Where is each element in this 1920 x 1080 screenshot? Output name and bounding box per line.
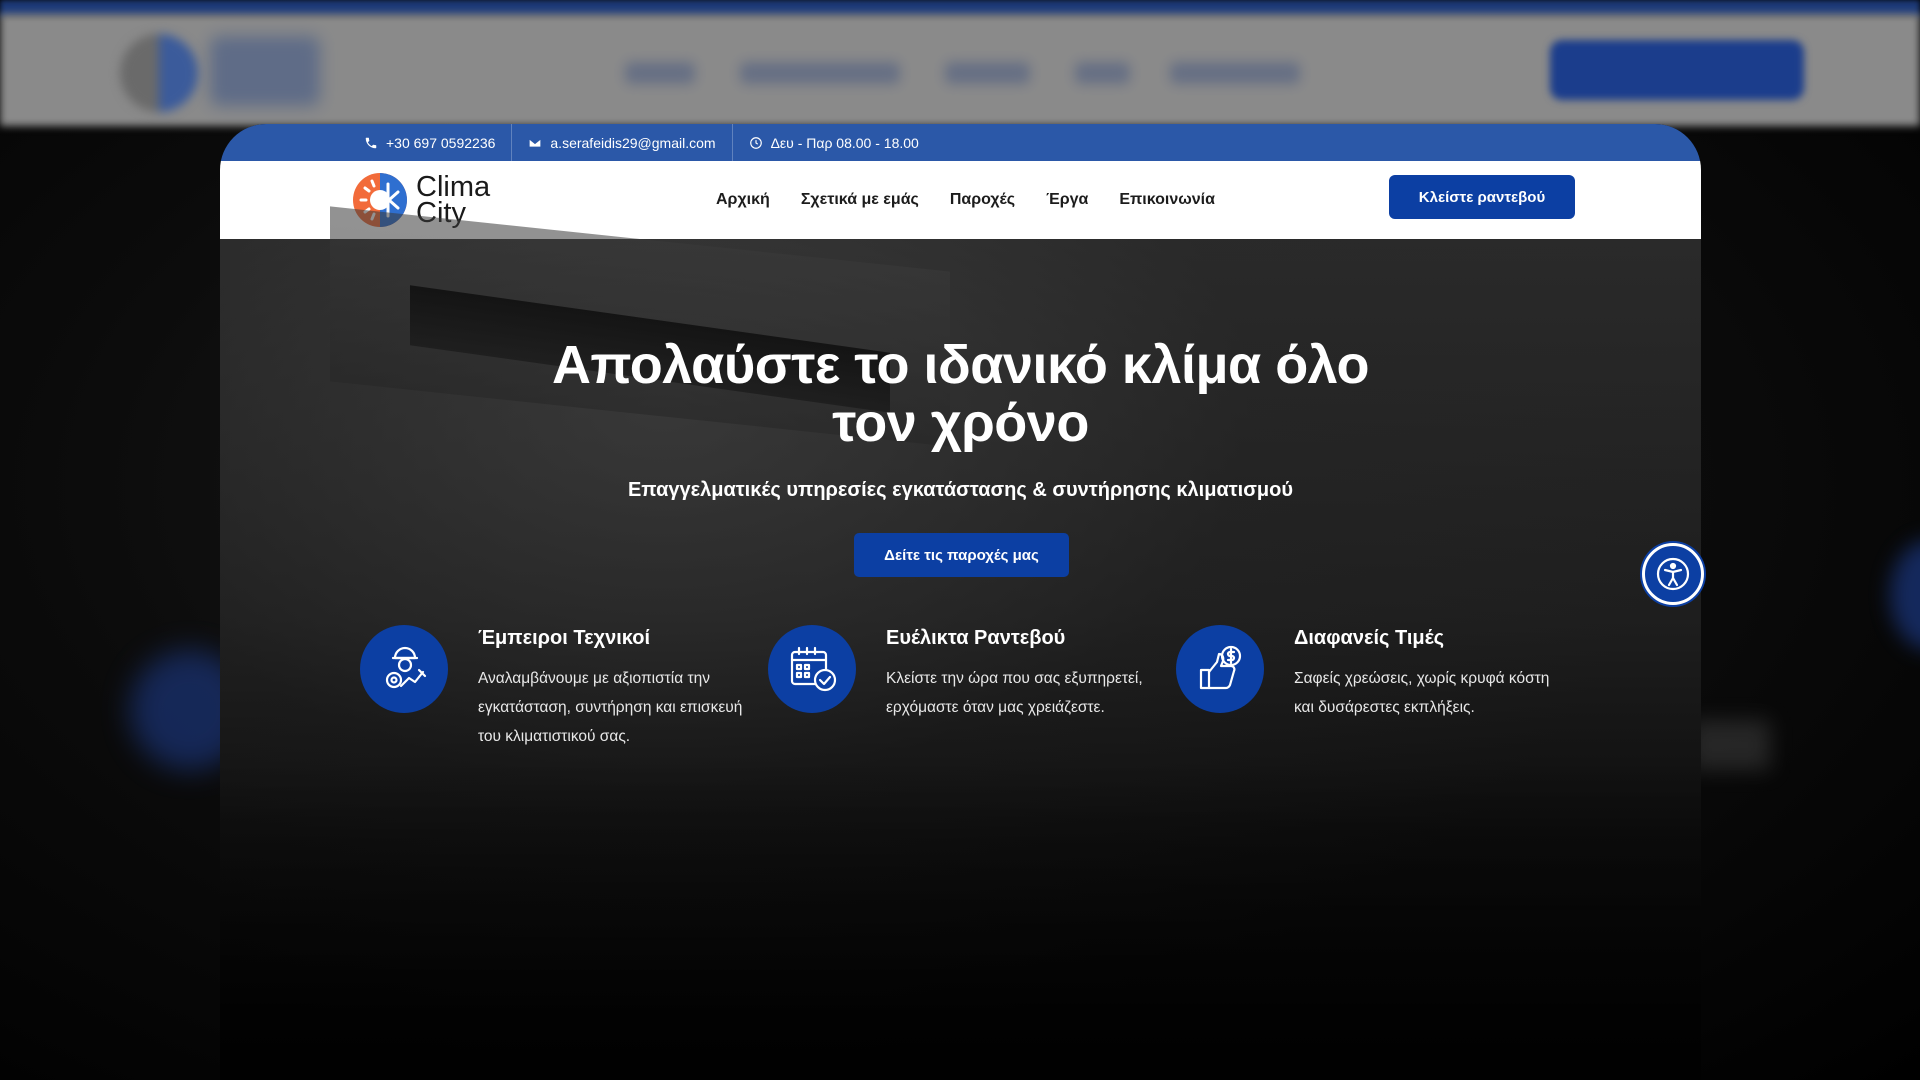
phone-text: +30 697 0592236 [386, 134, 496, 151]
envelope-icon [529, 137, 542, 148]
thumbs-up-dollar-icon [1176, 625, 1264, 713]
main-nav: Αρχική Σχετικά με εμάς Παροχές Έργα Επικ… [716, 161, 1215, 239]
accessibility-button[interactable] [1642, 543, 1704, 605]
calendar-icon [768, 625, 856, 713]
hero-title-line2: τον χρόνο [832, 393, 1089, 453]
hero-section: Απολαύστε το ιδανικό κλίμα όλο τον χρόνο… [220, 206, 1701, 1080]
background-nav-blur [1075, 62, 1130, 84]
nav-about[interactable]: Σχετικά με εμάς [801, 191, 919, 209]
website-preview-card: +30 697 0592236 a.serafeidis29@gmail.com… [220, 124, 1701, 1080]
contact-topbar: +30 697 0592236 a.serafeidis29@gmail.com… [220, 124, 1701, 161]
background-nav-blur [945, 62, 1030, 84]
feature-text: Κλείστε την ώρα που σας εξυπηρετεί, ερχό… [886, 670, 1143, 716]
nav-home[interactable]: Αρχική [716, 191, 770, 209]
hero-title-line1: Απολαύστε το ιδανικό κλίμα όλο [551, 335, 1370, 395]
feature-title: Έμπειροι Τεχνικοί [478, 627, 651, 649]
features-row: Έμπειροι Τεχνικοί Αναλαμβάνουμε με αξιοπ… [360, 625, 1620, 751]
feature-text: Αναλαμβάνουμε με αξιοπιστία την εγκατάστ… [478, 670, 743, 745]
feature-title: Ευέλικτα Ραντεβού [886, 627, 1066, 649]
feature-item: Έμπειροι Τεχνικοί Αναλαμβάνουμε με αξιοπ… [360, 625, 768, 751]
background-nav-blur [625, 62, 695, 84]
hero-title: Απολαύστε το ιδανικό κλίμα όλο τον χρόνο [220, 336, 1701, 452]
background-icon-blur [1890, 540, 1920, 650]
topbar-email[interactable]: a.serafeidis29@gmail.com [511, 124, 731, 161]
book-appointment-button[interactable]: Κλείστε ραντεβού [1389, 175, 1575, 219]
view-services-button[interactable]: Δείτε τις παροχές μας [854, 533, 1069, 577]
feature-item: Ευέλικτα Ραντεβού Κλείστε την ώρα που σα… [768, 625, 1176, 751]
background-nav-blur [740, 62, 900, 84]
background-logo-text-blur [210, 36, 320, 106]
feature-title: Διαφανείς Τιμές [1294, 627, 1445, 649]
nav-services[interactable]: Παροχές [950, 191, 1015, 209]
topbar-phone[interactable]: +30 697 0592236 [348, 124, 511, 161]
feature-item: Διαφανείς Τιμές Σαφείς χρεώσεις, χωρίς κ… [1176, 625, 1584, 751]
phone-icon [365, 137, 377, 148]
hero-shadow-overlay [220, 760, 1701, 1080]
clock-icon [749, 136, 762, 149]
email-text: a.serafeidis29@gmail.com [550, 134, 716, 151]
nav-projects[interactable]: Έργα [1046, 191, 1088, 209]
hours-text: Δευ - Παρ 08.00 - 18.00 [770, 134, 919, 151]
background-nav-blur [1170, 62, 1300, 84]
topbar-hours: Δευ - Παρ 08.00 - 18.00 [731, 124, 935, 161]
nav-contact[interactable]: Επικοινωνία [1119, 191, 1215, 209]
feature-text: Σαφείς χρεώσεις, χωρίς κρυφά κόστη και δ… [1294, 670, 1550, 716]
hero-subtitle: Επαγγελματικές υπηρεσίες εγκατάστασης & … [627, 479, 1294, 501]
technician-icon [360, 625, 448, 713]
accessibility-icon [1656, 557, 1690, 591]
background-logo-blur [120, 34, 198, 112]
background-cta-blur [1550, 40, 1804, 100]
background-text-blur [1690, 720, 1770, 770]
